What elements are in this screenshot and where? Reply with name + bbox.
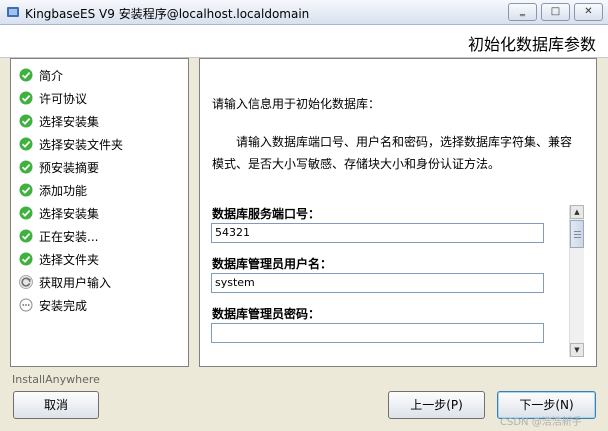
maximize-button[interactable]: □ (541, 3, 570, 21)
main-panel: 请输入信息用于初始化数据库： 请输入数据库端口号、用户名和密码，选择数据库字符集… (199, 58, 597, 367)
step-label: 选择安装文件夹 (39, 137, 124, 152)
close-button[interactable]: ✕ (574, 3, 603, 21)
scroll-up-button[interactable]: ▲ (570, 205, 584, 219)
step-item: 安装完成 (19, 295, 87, 315)
step-label: 获取用户输入 (39, 275, 112, 290)
check-icon (19, 114, 33, 128)
check-icon (19, 252, 33, 266)
scroll-thumb[interactable] (570, 220, 584, 248)
check-icon (19, 160, 33, 174)
check-icon (19, 68, 33, 82)
check-icon (19, 183, 33, 197)
step-item: 许可协议 (19, 88, 87, 108)
watermark-text: CSDN @浩浩新手 (500, 417, 582, 428)
intro-text: 请输入信息用于初始化数据库： (212, 97, 381, 111)
step-label: 选择安装集 (39, 206, 100, 221)
minimize-button[interactable]: ‗ (508, 3, 537, 21)
step-item: 选择安装文件夹 (19, 134, 123, 154)
step-item-current: 获取用户输入 (19, 272, 111, 292)
step-label: 许可协议 (39, 91, 88, 106)
step-item: 选择安装集 (19, 111, 99, 131)
username-label: 数据库管理员用户名： (212, 257, 333, 271)
description-text: 请输入数据库端口号、用户名和密码，选择数据库字符集、兼容模式、是否大小写敏感、存… (212, 135, 573, 171)
page-title: 初始化数据库参数 (467, 35, 596, 54)
step-item: 添加功能 (19, 180, 87, 200)
step-label: 选择文件夹 (39, 252, 100, 267)
password-input[interactable] (211, 323, 544, 343)
check-icon (19, 206, 33, 220)
steps-panel: 简介 许可协议 选择安装集 选择安装文件夹 预安装摘要 添加功能 选择安装集 正… (10, 58, 189, 367)
step-label: 安装完成 (39, 298, 88, 313)
step-item: 选择文件夹 (19, 249, 99, 269)
vertical-scrollbar[interactable]: ▲ ▼ (569, 205, 584, 357)
step-label: 选择安装集 (39, 114, 100, 129)
step-label: 简介 (39, 68, 64, 83)
pending-icon (19, 298, 33, 312)
previous-button[interactable]: 上一步(P) (388, 391, 485, 419)
step-item: 正在安装... (19, 226, 98, 246)
refresh-icon (19, 275, 33, 289)
port-label: 数据库服务端口号： (212, 207, 321, 221)
cancel-button[interactable]: 取消 (13, 391, 99, 419)
title-bar[interactable]: KingbaseES V9 安装程序@localhost.localdomain… (0, 0, 608, 25)
page-header: 初始化数据库参数 (0, 25, 608, 58)
step-label: 预安装摘要 (39, 160, 100, 175)
step-label: 添加功能 (39, 183, 88, 198)
app-icon (7, 7, 19, 17)
brand-label: InstallAnywhere (12, 373, 100, 386)
window-title: KingbaseES V9 安装程序@localhost.localdomain (25, 7, 310, 21)
step-item: 预安装摘要 (19, 157, 99, 177)
check-icon (19, 229, 33, 243)
step-item: 简介 (19, 65, 63, 85)
password-label: 数据库管理员密码： (212, 307, 321, 321)
step-item: 选择安装集 (19, 203, 99, 223)
check-icon (19, 137, 33, 151)
check-icon (19, 91, 33, 105)
step-label: 正在安装... (39, 229, 99, 244)
username-input[interactable]: system (211, 273, 544, 293)
port-input[interactable]: 54321 (211, 223, 544, 243)
scroll-down-button[interactable]: ▼ (570, 343, 584, 357)
